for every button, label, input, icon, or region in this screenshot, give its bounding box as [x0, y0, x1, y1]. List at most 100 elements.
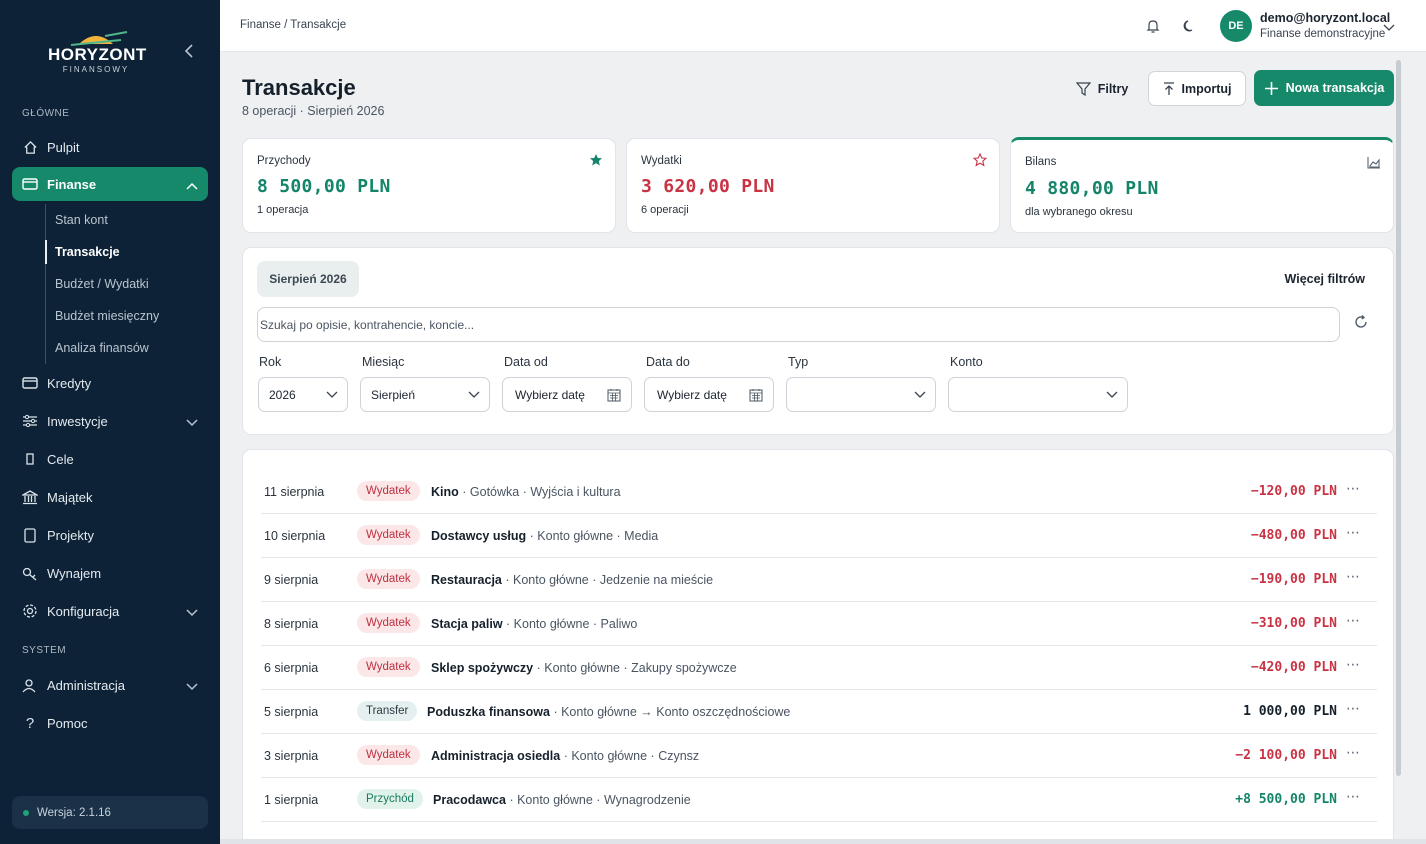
bank-icon	[22, 489, 38, 505]
sidebar-item-cele[interactable]: Cele	[12, 442, 208, 476]
more-actions-icon[interactable]: ⋯	[1346, 612, 1361, 629]
logo-text: HORYZONT	[48, 45, 147, 64]
more-actions-icon[interactable]: ⋯	[1346, 700, 1361, 717]
transaction-amount: +8 500,00 PLN	[1235, 792, 1337, 807]
more-actions-icon[interactable]: ⋯	[1346, 744, 1361, 761]
import-button[interactable]: Importuj	[1148, 71, 1246, 106]
month-select-value: Sierpień	[371, 387, 416, 402]
sidebar-item-label: Inwestycje	[47, 413, 108, 429]
transaction-name: Poduszka finansowa	[427, 705, 550, 719]
transaction-date: 3 sierpnia	[264, 749, 319, 763]
transaction-date: 5 sierpnia	[264, 705, 319, 719]
transaction-row[interactable]: 3 sierpnia Wydatek Administracja osiedla ·…	[261, 734, 1377, 778]
collapse-sidebar-button[interactable]	[184, 44, 200, 62]
sidebar-item-kredyty[interactable]: Kredyty	[12, 366, 208, 400]
transaction-type-badge: Wydatek	[357, 525, 420, 545]
account-select[interactable]	[948, 377, 1128, 412]
calendar-icon	[607, 388, 621, 405]
sidebar-subitem-budzet-wydatki[interactable]: Budżet / Wydatki	[46, 268, 205, 300]
transaction-row[interactable]: 6 sierpnia Wydatek Sklep spożywczy · Konto…	[261, 646, 1377, 690]
transaction-type-badge: Wydatek	[357, 657, 420, 677]
sidebar-item-label: Kredyty	[47, 375, 92, 391]
app-logo[interactable]: HORYZONT FINANSOWY	[48, 30, 147, 80]
balance-value: 4 880,00 PLN	[1025, 178, 1159, 199]
filters-button[interactable]: Filtry	[1066, 71, 1138, 106]
date-from-picker[interactable]: Wybierz datę	[502, 377, 632, 412]
transaction-name: Kino	[431, 485, 459, 499]
date-to-label: Data do	[646, 355, 690, 369]
type-select[interactable]	[786, 377, 936, 412]
transaction-row[interactable]: 5 sierpnia Transfer Poduszka finansowa · K…	[261, 690, 1377, 734]
sidebar-subitem-budzet-miesieczny[interactable]: Budżet miesięczny	[46, 300, 205, 332]
search-input[interactable]: Szukaj po opisie, kontrahencie, koncie..…	[257, 307, 1340, 342]
sidebar-subitem-transakcje[interactable]: Transakcje	[45, 236, 205, 268]
sidebar-item-pomoc[interactable]: ? Pomoc	[12, 706, 208, 740]
sidebar-item-label: Pulpit	[47, 139, 80, 155]
sidebar-item-inwestycje[interactable]: Inwestycje	[12, 404, 208, 438]
refresh-icon[interactable]	[1353, 314, 1369, 333]
filters-panel: Sierpień 2026 Więcej filtrów Szukaj po o…	[242, 247, 1394, 435]
income-label: Przychody	[257, 155, 311, 167]
month-select[interactable]: Sierpień	[360, 377, 490, 412]
sidebar-item-label: Cele	[47, 451, 74, 467]
more-actions-icon[interactable]: ⋯	[1346, 524, 1361, 541]
chevron-down-icon	[186, 605, 198, 620]
transaction-name: Sklep spożywczy	[431, 661, 534, 675]
new-transaction-button[interactable]: Nowa transakcja	[1254, 70, 1394, 106]
sidebar-item-konfiguracja[interactable]: Konfiguracja	[12, 594, 208, 628]
sidebar-item-pulpit[interactable]: Pulpit	[12, 130, 208, 164]
more-actions-icon[interactable]: ⋯	[1346, 480, 1361, 497]
transaction-description: Restauracja · Konto główne · Jedzenie na…	[431, 573, 713, 587]
section-label-main: GŁÓWNE	[22, 108, 70, 119]
transaction-date: 11 sierpnia	[264, 485, 325, 499]
transaction-amount: −310,00 PLN	[1250, 616, 1337, 631]
avatar[interactable]: DE	[1220, 10, 1252, 42]
status-dot-icon	[23, 809, 29, 816]
transaction-row[interactable]: 10 sierpnia Wydatek Dostawcy usług · Konto…	[261, 514, 1377, 558]
moon-icon[interactable]	[1180, 17, 1198, 35]
sidebar-subitem-stan-kont[interactable]: Stan kont	[46, 204, 205, 236]
chevron-down-icon	[186, 679, 198, 694]
import-button-label: Importuj	[1181, 81, 1232, 96]
sidebar-item-administracja[interactable]: Administracja	[12, 668, 208, 702]
type-label: Typ	[788, 355, 809, 369]
transaction-meta: · Konto główne → Konto oszczędnościowe	[553, 705, 791, 719]
sidebar-item-label: Wynajem	[47, 565, 102, 581]
date-to-picker[interactable]: Wybierz datę	[644, 377, 774, 412]
user-email[interactable]: demo@horyzont.local	[1260, 11, 1390, 25]
year-select[interactable]: 2026	[258, 377, 348, 412]
version-badge: Wersja: 2.1.16	[12, 796, 208, 829]
more-actions-icon[interactable]: ⋯	[1346, 568, 1361, 585]
more-filters-link[interactable]: Więcej filtrów	[1285, 272, 1365, 286]
sidebar-item-wynajem[interactable]: Wynajem	[12, 556, 208, 590]
chevron-down-icon[interactable]	[1383, 20, 1395, 35]
year-label: Rok	[259, 355, 282, 369]
account-label: Konto	[950, 355, 983, 369]
bell-icon[interactable]	[1144, 17, 1162, 35]
breadcrumb[interactable]: Finanse / Transakcje	[240, 19, 346, 31]
period-chip[interactable]: Sierpień 2026	[257, 261, 359, 297]
page-subtitle: 8 operacji · Sierpień 2026	[242, 104, 385, 118]
more-actions-icon[interactable]: ⋯	[1346, 656, 1361, 673]
transaction-row[interactable]: 11 sierpnia Wydatek Kino · Gotówka · Wyjśc…	[261, 470, 1377, 514]
transaction-row[interactable]: 1 sierpnia Przychód Pracodawca · Konto głó…	[261, 778, 1377, 822]
page-scrollbar[interactable]	[1396, 60, 1401, 776]
transaction-type-badge: Wydatek	[357, 569, 420, 589]
more-actions-icon[interactable]: ⋯	[1346, 788, 1361, 805]
sidebar-item-majatek[interactable]: Majątek	[12, 480, 208, 514]
chevron-down-icon	[1105, 387, 1119, 404]
sidebar-item-projekty[interactable]: Projekty	[12, 518, 208, 552]
area-chart-icon	[1367, 156, 1381, 172]
bottom-divider	[220, 839, 1426, 844]
sidebar-item-finanse[interactable]: Finanse	[12, 167, 208, 201]
expenses-note: 6 operacji	[641, 204, 689, 216]
transaction-type-badge: Wydatek	[357, 481, 420, 501]
transaction-row[interactable]: 9 sierpnia Wydatek Restauracja · Konto głó…	[261, 558, 1377, 602]
sidebar-subitem-analiza[interactable]: Analiza finansów	[46, 332, 205, 364]
transaction-row[interactable]: 8 sierpnia Wydatek Stacja paliw · Konto gł…	[261, 602, 1377, 646]
finanse-submenu: Stan kont Transakcje Budżet / Wydatki Bu…	[45, 204, 205, 364]
transaction-amount: −190,00 PLN	[1250, 572, 1337, 587]
expenses-label: Wydatki	[641, 155, 682, 167]
transaction-date: 6 sierpnia	[264, 661, 319, 675]
new-transaction-button-label: Nowa transakcja	[1285, 81, 1385, 95]
